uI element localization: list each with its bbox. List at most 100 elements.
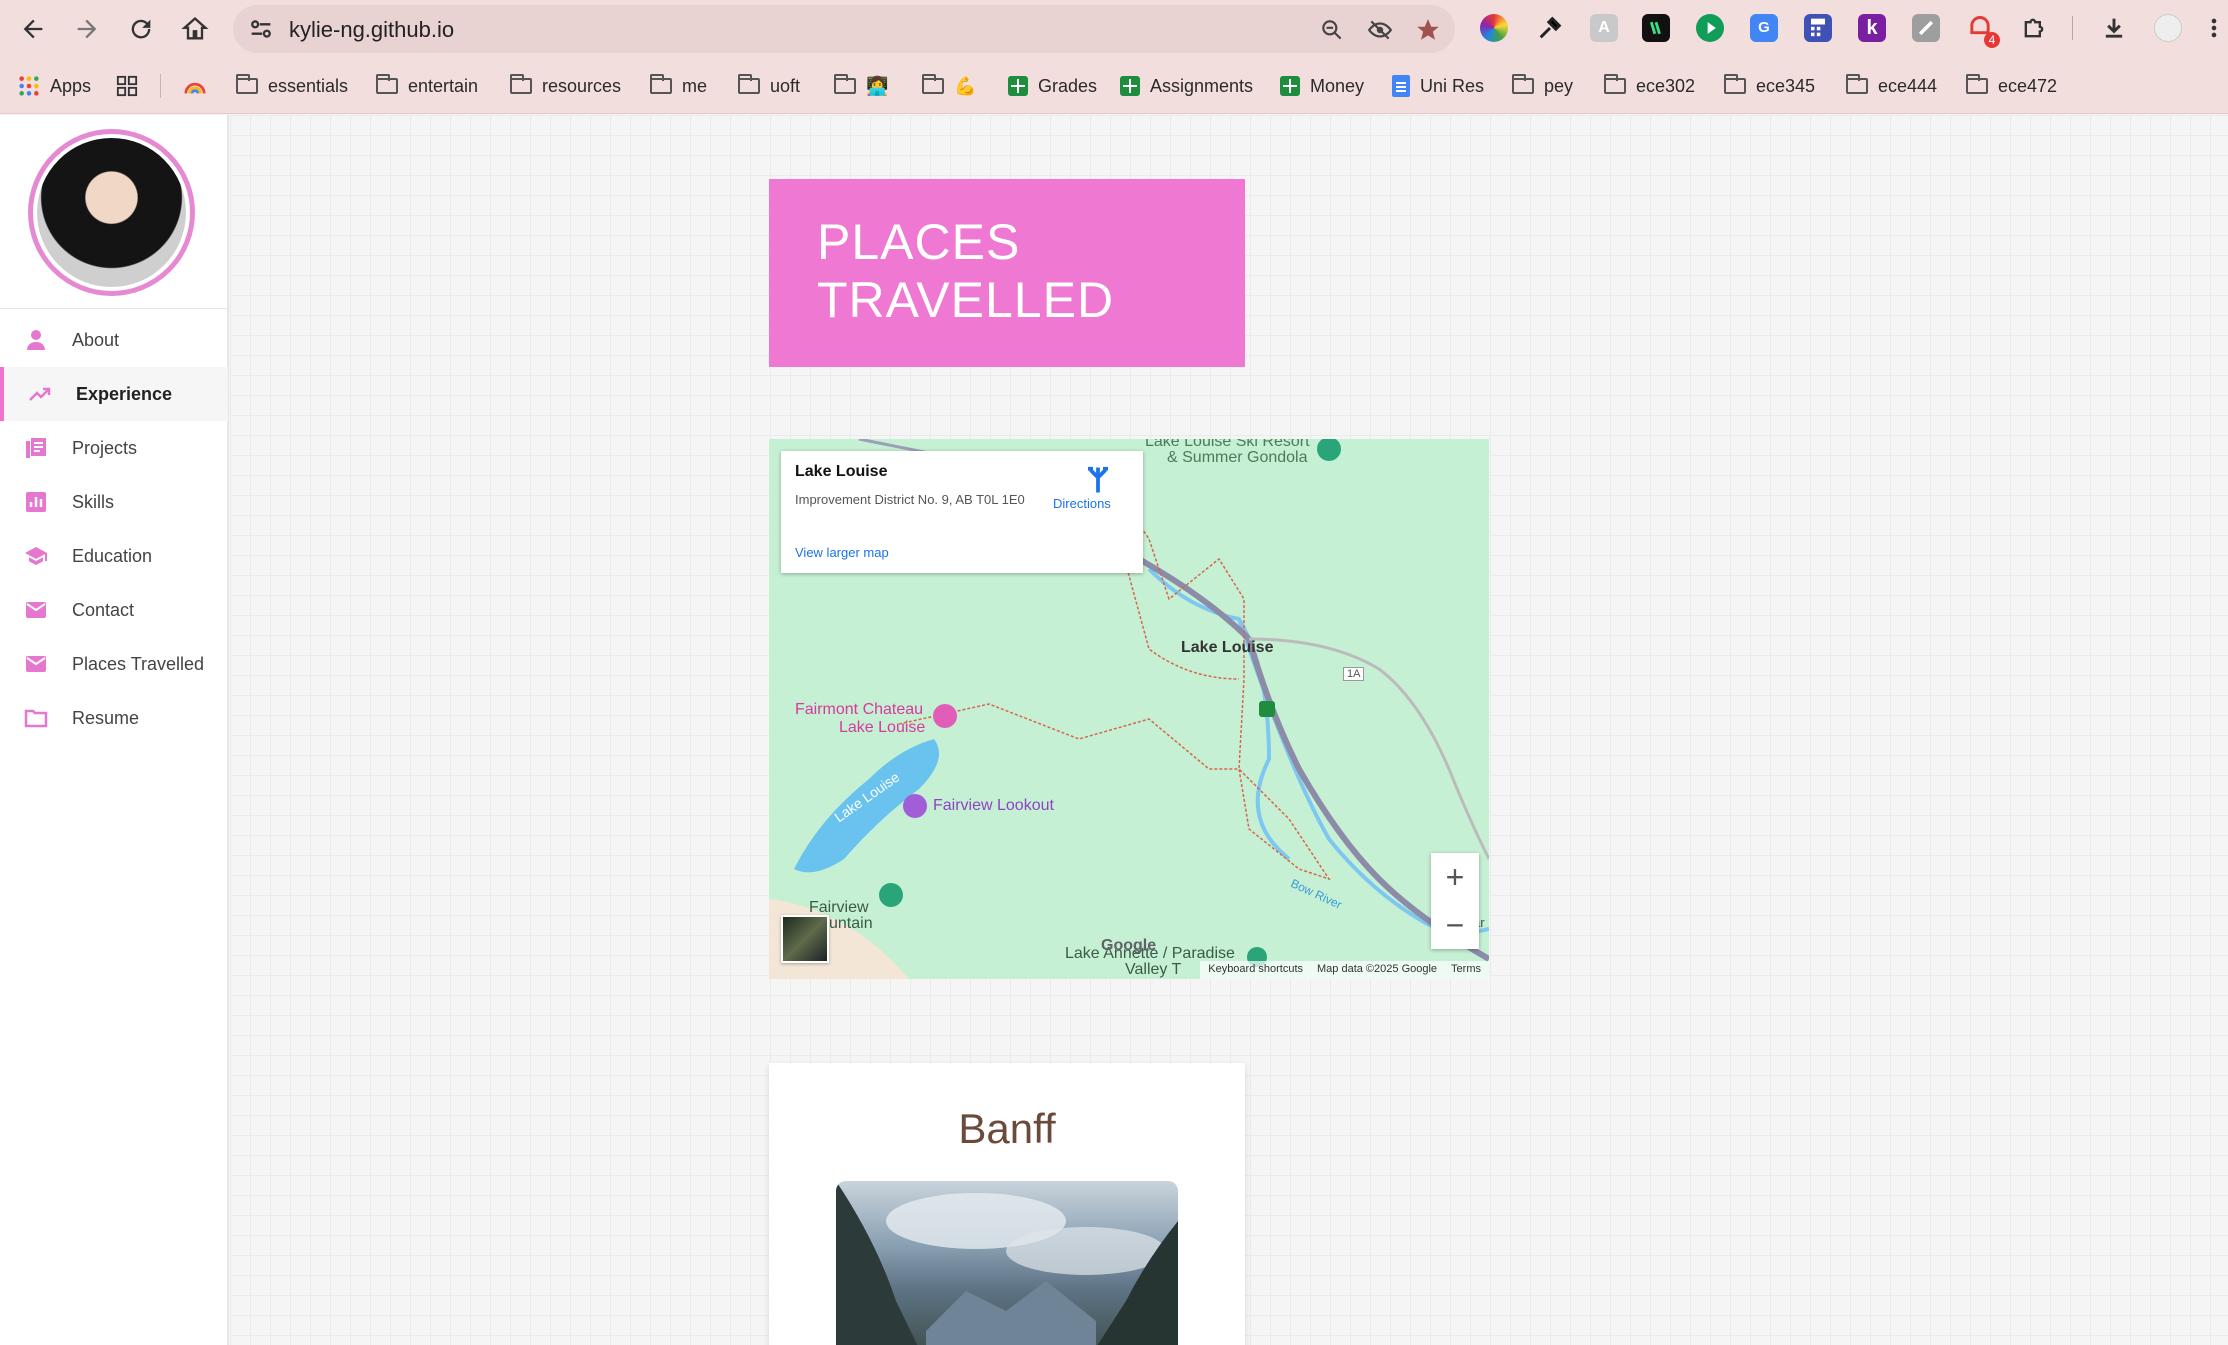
folder-icon — [1604, 74, 1626, 94]
bookmark-folder-ece302[interactable]: ece302 — [1604, 72, 1695, 100]
terms-link[interactable]: Terms — [1451, 963, 1481, 977]
bookmark-grades[interactable]: Grades — [1008, 72, 1097, 100]
bookmark-folder-muscle[interactable]: 💪 — [922, 72, 976, 100]
bookmark-rainbow[interactable] — [184, 72, 206, 100]
docs-icon — [1392, 75, 1410, 97]
bookmark-label: Money — [1310, 75, 1365, 96]
sidebar-item-label: Projects — [72, 437, 138, 458]
toolbar-divider — [2072, 16, 2073, 40]
sidebar-item-about[interactable]: About — [0, 313, 228, 367]
person-icon — [27, 330, 45, 350]
sidebar-item-education[interactable]: Education — [0, 529, 228, 583]
sheets-icon — [1008, 76, 1028, 96]
browser-toolbar: kylie-ng.github.io A G k 4 — [0, 0, 2228, 58]
map-label-highway: 1A — [1343, 667, 1365, 681]
sidebar-item-experience[interactable]: Experience — [0, 367, 228, 421]
kami-extension-icon[interactable]: k — [1858, 14, 1886, 42]
sidebar-item-skills[interactable]: Skills — [0, 475, 228, 529]
folder-icon — [650, 74, 672, 94]
place-card-banff: Banff — [769, 1063, 1245, 1345]
profile-avatar-icon[interactable] — [2154, 14, 2182, 42]
home-button[interactable] — [178, 12, 212, 46]
reload-button[interactable] — [124, 12, 158, 46]
trending-up-icon — [29, 387, 51, 401]
bookmark-folder-coder[interactable]: 👩‍💻 — [834, 72, 888, 100]
zoom-in-button[interactable]: + — [1431, 853, 1479, 901]
bookmark-money[interactable]: Money — [1280, 72, 1364, 100]
notes-extension-icon[interactable] — [1912, 14, 1940, 42]
sheets-icon — [1120, 76, 1140, 96]
folder-icon — [236, 74, 258, 94]
satellite-toggle[interactable] — [781, 915, 829, 963]
sidebar-item-label: About — [72, 329, 120, 350]
eye-off-icon[interactable] — [1367, 17, 1393, 43]
bookmark-star-icon[interactable] — [1415, 17, 1441, 43]
directions-link[interactable]: Directions — [1053, 496, 1111, 511]
sidebar: About Experience Projects Skills Educati… — [0, 115, 229, 1345]
directions-icon[interactable] — [1083, 465, 1113, 495]
download-icon[interactable] — [2100, 14, 2128, 42]
google-translate-icon[interactable]: G — [1750, 14, 1778, 42]
sidebar-item-projects[interactable]: Projects — [0, 421, 228, 475]
sidebar-item-label: Experience — [76, 383, 173, 404]
folder-icon — [1846, 74, 1868, 94]
bookmark-label: Assignments — [1150, 75, 1254, 96]
bookmark-folder-essentials[interactable]: essentials — [236, 72, 348, 100]
bookmark-assignments[interactable]: Assignments — [1120, 72, 1253, 100]
forward-button[interactable] — [70, 12, 104, 46]
vim-extension-icon[interactable] — [1642, 14, 1670, 42]
bookmark-folder-uoft[interactable]: uoft — [738, 72, 800, 100]
google-logo: Google — [1101, 937, 1157, 954]
bar-chart-icon — [26, 492, 46, 512]
map-place-address: Improvement District No. 9, AB T0L 1E0 — [795, 492, 1025, 507]
folder-icon — [1512, 74, 1534, 94]
bookmark-uni-res[interactable]: Uni Res — [1392, 72, 1484, 100]
site-info-icon[interactable] — [247, 15, 275, 43]
sidebar-item-label: Resume — [72, 707, 140, 728]
address-bar[interactable]: kylie-ng.github.io — [233, 5, 1455, 53]
bookmark-folder-ece345[interactable]: ece345 — [1724, 72, 1815, 100]
translate-extension-icon[interactable]: A — [1590, 14, 1618, 42]
extensions-puzzle-icon[interactable] — [2020, 14, 2048, 42]
school-icon — [25, 547, 47, 565]
sidebar-divider — [0, 308, 229, 309]
play-extension-icon[interactable] — [1696, 14, 1724, 42]
bookmark-folder-resources[interactable]: resources — [510, 72, 621, 100]
bookmark-label: essentials — [268, 75, 349, 96]
view-larger-map-link[interactable]: View larger map — [795, 545, 889, 560]
bookmark-folder-entertain[interactable]: entertain — [376, 72, 478, 100]
page-title: PLACES TRAVELLED — [769, 179, 1245, 367]
map-data-attribution: Map data ©2025 Google — [1317, 963, 1438, 975]
sidebar-item-resume[interactable]: Resume — [0, 691, 228, 745]
bookmark-label: ece472 — [1998, 75, 2058, 96]
bookmark-apps[interactable]: Apps — [18, 72, 91, 100]
url-text[interactable]: kylie-ng.github.io — [289, 17, 454, 43]
bookmark-label: Grades — [1038, 75, 1098, 96]
sidebar-item-label: Skills — [72, 491, 115, 512]
calculator-extension-icon[interactable] — [1804, 14, 1832, 42]
sidebar-item-label: Contact — [72, 599, 135, 620]
mail-icon — [26, 656, 46, 672]
keyboard-shortcuts-link[interactable]: Keyboard shortcuts — [1208, 963, 1303, 977]
color-wheel-extension-icon[interactable] — [1480, 14, 1508, 42]
sidebar-item-contact[interactable]: Contact — [0, 583, 228, 637]
notification-extension-icon[interactable]: 4 — [1966, 14, 2000, 48]
google-map-embed[interactable]: Lake Louise Improvement District No. 9, … — [769, 439, 1489, 979]
sidebar-item-places-travelled[interactable]: Places Travelled — [0, 637, 228, 691]
eyedropper-extension-icon[interactable] — [1536, 14, 1564, 42]
map-label-town: Lake Louise — [1181, 639, 1274, 656]
back-button[interactable] — [16, 12, 50, 46]
bookmark-folder-ece444[interactable]: ece444 — [1846, 72, 1937, 100]
bookmark-label: resources — [542, 75, 622, 96]
zoom-icon[interactable] — [1319, 17, 1345, 43]
bookmark-folder-me[interactable]: me — [650, 72, 707, 100]
bookmark-folder-ece472[interactable]: ece472 — [1966, 72, 2057, 100]
bookmark-label: entertain — [408, 75, 479, 96]
more-menu-icon[interactable] — [2204, 14, 2224, 42]
map-label-hotel-line-2: Lake Louise — [839, 719, 926, 736]
bookmark-label: ece345 — [1756, 75, 1816, 96]
mountain-photo — [836, 1181, 1178, 1345]
bookmark-folder-pey[interactable]: pey — [1512, 72, 1573, 100]
bookmark-tab-groups[interactable] — [116, 72, 138, 100]
zoom-out-button[interactable]: − — [1431, 901, 1479, 949]
